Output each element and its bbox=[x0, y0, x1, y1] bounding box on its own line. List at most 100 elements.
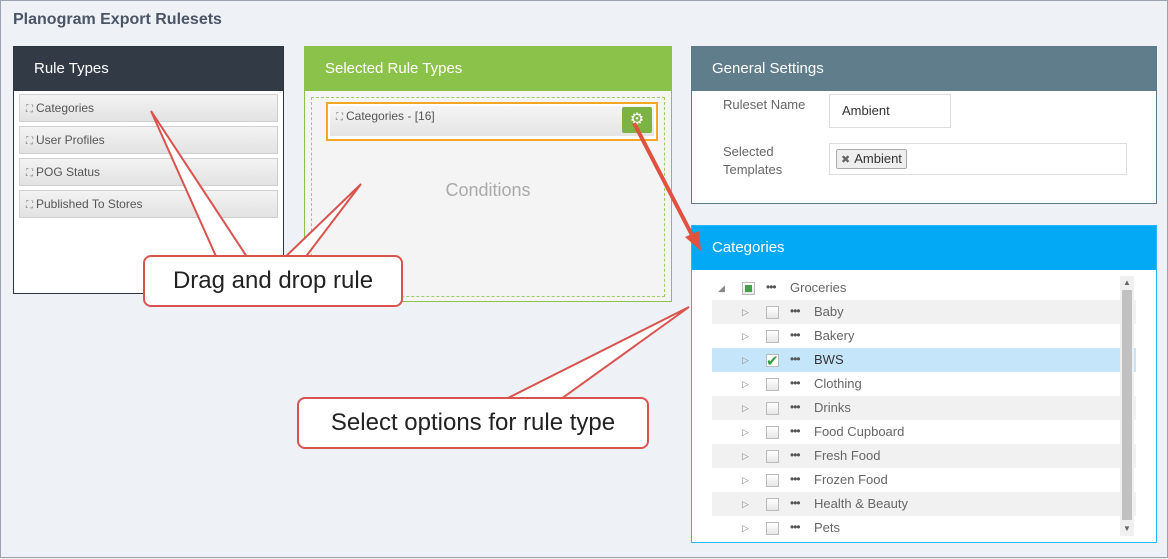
select-callout-pointer bbox=[505, 306, 690, 400]
selected-rule-label: Categories - [16] bbox=[346, 109, 435, 123]
rule-settings-button[interactable]: ⚙ bbox=[622, 107, 652, 133]
tree-checkbox[interactable] bbox=[766, 498, 779, 511]
drag-handle-icon: ⛶ bbox=[26, 136, 33, 147]
tree-row[interactable]: ▷ ••• Fresh Food bbox=[712, 444, 1136, 468]
gear-icon: ⚙ bbox=[629, 111, 645, 128]
expand-icon[interactable]: ▷ bbox=[742, 348, 749, 372]
tree-checkbox[interactable] bbox=[766, 402, 779, 415]
tree-row[interactable]: ▷ ••• Frozen Food bbox=[712, 468, 1136, 492]
node-dots-icon: ••• bbox=[766, 280, 777, 294]
tree-checkbox[interactable] bbox=[766, 522, 779, 535]
drag-callout: Drag and drop rule bbox=[143, 255, 403, 307]
ruleset-name-input[interactable]: Ambient bbox=[829, 94, 951, 128]
tree-row[interactable]: ▷ ••• Food Cupboard bbox=[712, 420, 1136, 444]
selected-rule-types-header: Selected Rule Types bbox=[305, 47, 671, 91]
drag-handle-icon: ⛶ bbox=[26, 104, 33, 115]
tree-node-label: Frozen Food bbox=[814, 472, 888, 487]
tree-row[interactable]: ▷ ✔ ••• BWS bbox=[712, 348, 1136, 372]
rule-item-pog-status[interactable]: ⛶ POG Status bbox=[19, 158, 278, 186]
rule-item-label: Categories bbox=[36, 101, 95, 115]
remove-tag-icon[interactable]: ✖ bbox=[841, 154, 850, 166]
page-title: Planogram Export Rulesets bbox=[13, 11, 222, 28]
tree-checkbox[interactable] bbox=[766, 474, 779, 487]
scroll-thumb[interactable] bbox=[1122, 290, 1132, 520]
conditions-placeholder: Conditions bbox=[445, 180, 531, 200]
tree-node-label: Drinks bbox=[814, 400, 851, 415]
rule-item-label: POG Status bbox=[36, 165, 101, 179]
expand-icon[interactable]: ▷ bbox=[742, 468, 749, 492]
collapse-icon[interactable]: ◢ bbox=[718, 276, 725, 300]
tree-checkbox[interactable] bbox=[766, 330, 779, 343]
node-dots-icon: ••• bbox=[790, 376, 801, 390]
scroll-down-icon[interactable]: ▼ bbox=[1120, 522, 1134, 536]
tree-row[interactable]: ▷ ••• Health & Beauty bbox=[712, 492, 1136, 516]
expand-icon[interactable]: ▷ bbox=[742, 420, 749, 444]
scroll-up-icon[interactable]: ▲ bbox=[1120, 276, 1134, 290]
app-frame: Planogram Export Rulesets Rule Types ⛶ Ca… bbox=[0, 0, 1168, 558]
select-callout: Select options for rule type bbox=[297, 397, 649, 449]
expand-icon[interactable]: ▷ bbox=[742, 372, 749, 396]
template-tag-label: Ambient bbox=[854, 151, 902, 166]
tree-checkbox[interactable] bbox=[766, 306, 779, 319]
tree-row[interactable]: ◢ ••• Groceries bbox=[712, 276, 1136, 300]
rule-item-categories[interactable]: ⛶ Categories bbox=[19, 94, 278, 122]
ruleset-name-value: Ambient bbox=[842, 103, 890, 118]
tree-checkbox[interactable]: ✔ bbox=[766, 353, 779, 370]
rule-types-header: Rule Types bbox=[14, 47, 283, 91]
tree-row[interactable]: ▷ ••• Pets bbox=[712, 516, 1136, 536]
tree-node-label: Clothing bbox=[814, 376, 862, 391]
node-dots-icon: ••• bbox=[790, 424, 801, 438]
selected-rule-body: ⛶ Categories - [16] bbox=[330, 106, 654, 136]
node-dots-icon: ••• bbox=[790, 496, 801, 510]
categories-header: Categories bbox=[692, 226, 1156, 270]
tree-row[interactable]: ▷ ••• Bakery bbox=[712, 324, 1136, 348]
tree-scrollbar[interactable]: ▲ ▼ bbox=[1120, 276, 1134, 536]
expand-icon[interactable]: ▷ bbox=[742, 516, 749, 536]
tree-row[interactable]: ▷ ••• Drinks bbox=[712, 396, 1136, 420]
template-tag: ✖ Ambient bbox=[836, 149, 907, 169]
check-icon: ✔ bbox=[766, 353, 779, 370]
tree-node-label: Food Cupboard bbox=[814, 424, 905, 439]
selected-templates-label: Selected Templates bbox=[723, 144, 783, 177]
tree-node-label: BWS bbox=[814, 352, 844, 367]
expand-icon[interactable]: ▷ bbox=[742, 300, 749, 324]
node-dots-icon: ••• bbox=[790, 400, 801, 414]
ruleset-name-label: Ruleset Name bbox=[723, 97, 806, 112]
rule-item-label: Published To Stores bbox=[36, 197, 143, 211]
tree-checkbox[interactable] bbox=[742, 282, 755, 295]
tree-node-label: Pets bbox=[814, 520, 841, 535]
drag-handle-icon: ⛶ bbox=[26, 168, 33, 179]
tree-row[interactable]: ▷ ••• Baby bbox=[712, 300, 1136, 324]
node-dots-icon: ••• bbox=[790, 352, 801, 366]
tree-node-label: Groceries bbox=[790, 280, 847, 295]
expand-icon[interactable]: ▷ bbox=[742, 324, 749, 348]
general-settings-header: General Settings bbox=[692, 47, 1156, 91]
selected-templates-input[interactable]: ✖ Ambient bbox=[829, 143, 1127, 175]
selected-rule-categories[interactable]: ⛶ Categories - [16] ⚙ bbox=[326, 102, 658, 141]
expand-icon[interactable]: ▷ bbox=[742, 492, 749, 516]
node-dots-icon: ••• bbox=[790, 304, 801, 318]
tree-node-label: Baby bbox=[814, 304, 844, 319]
general-settings-panel: General Settings Ruleset Name Ambient Se… bbox=[691, 46, 1157, 204]
tree-checkbox[interactable] bbox=[766, 450, 779, 463]
tree-row[interactable]: ▷ ••• Clothing bbox=[712, 372, 1136, 396]
category-tree: ◢ ••• Groceries ▷ ••• Baby ▷ ••• Bakery ▷ ✔ ••• BWS ▷… bbox=[712, 276, 1136, 536]
drag-handle-icon: ⛶ bbox=[26, 200, 33, 211]
tree-node-label: Fresh Food bbox=[814, 448, 881, 463]
node-dots-icon: ••• bbox=[790, 520, 801, 534]
node-dots-icon: ••• bbox=[790, 448, 801, 462]
tree-checkbox[interactable] bbox=[766, 378, 779, 391]
node-dots-icon: ••• bbox=[790, 328, 801, 342]
drag-handle-icon: ⛶ bbox=[336, 112, 343, 123]
tree-node-label: Health & Beauty bbox=[814, 496, 908, 511]
tree-checkbox[interactable] bbox=[766, 426, 779, 439]
rule-item-label: User Profiles bbox=[36, 133, 105, 147]
node-dots-icon: ••• bbox=[790, 472, 801, 486]
expand-icon[interactable]: ▷ bbox=[742, 396, 749, 420]
categories-panel: Categories ◢ ••• Groceries ▷ ••• Baby ▷ ••• Bake… bbox=[691, 225, 1157, 543]
rule-item-published-to-stores[interactable]: ⛶ Published To Stores bbox=[19, 190, 278, 218]
tree-node-label: Bakery bbox=[814, 328, 855, 343]
rule-types-list: ⛶ Categories ⛶ User Profiles ⛶ POG Status ⛶… bbox=[14, 91, 283, 225]
rule-item-user-profiles[interactable]: ⛶ User Profiles bbox=[19, 126, 278, 154]
expand-icon[interactable]: ▷ bbox=[742, 444, 749, 468]
